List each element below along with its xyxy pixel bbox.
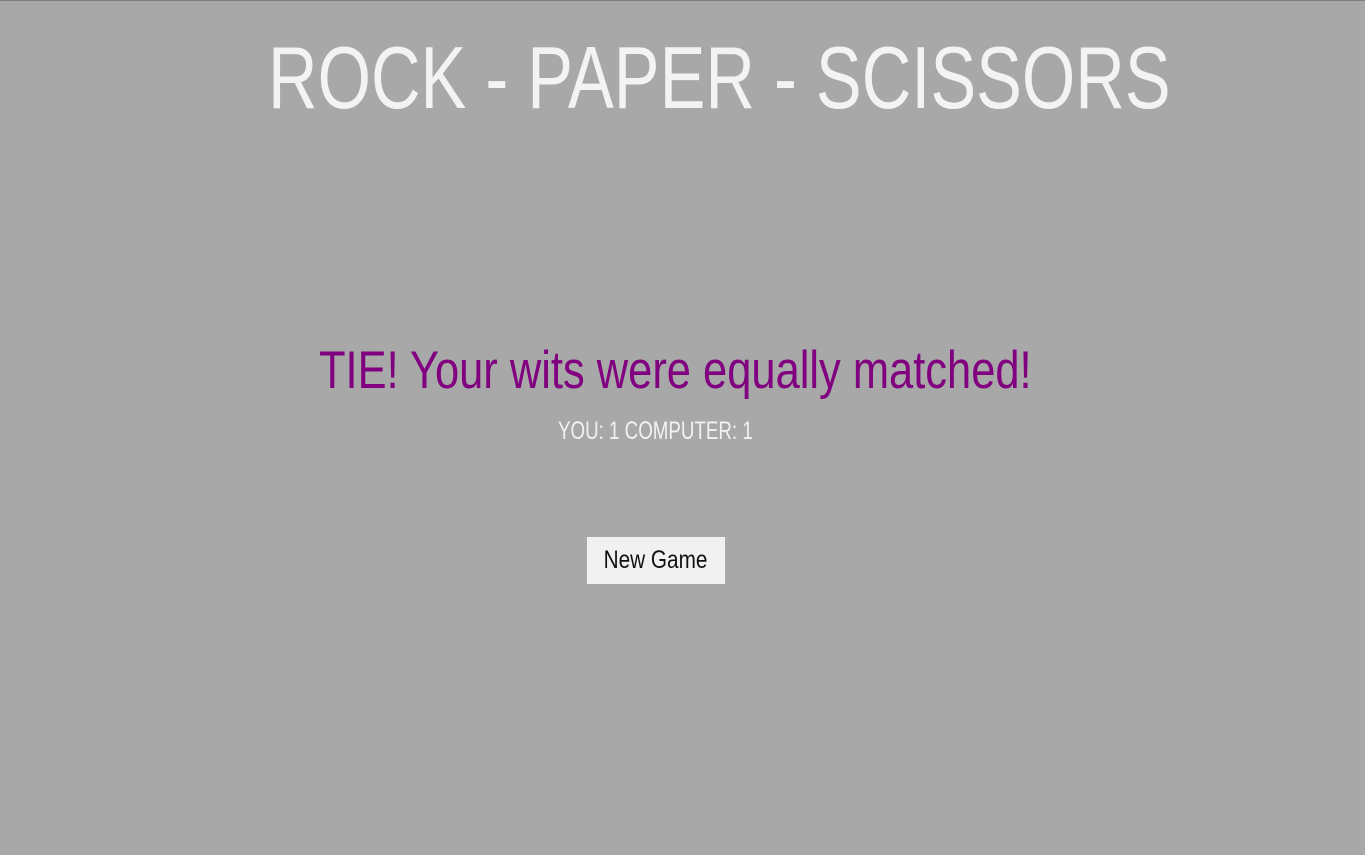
game-screen: ROCK - PAPER - SCISSORS TIE! Your wits w… [0, 0, 1365, 855]
new-game-button[interactable]: New Game [587, 537, 725, 584]
round-result-message: TIE! Your wits were equally matched! [319, 341, 1032, 400]
new-game-button-label: New Game [604, 546, 708, 574]
game-title: ROCK - PAPER - SCISSORS [268, 28, 1171, 127]
score-display: YOU: 1 COMPUTER: 1 [558, 417, 753, 445]
